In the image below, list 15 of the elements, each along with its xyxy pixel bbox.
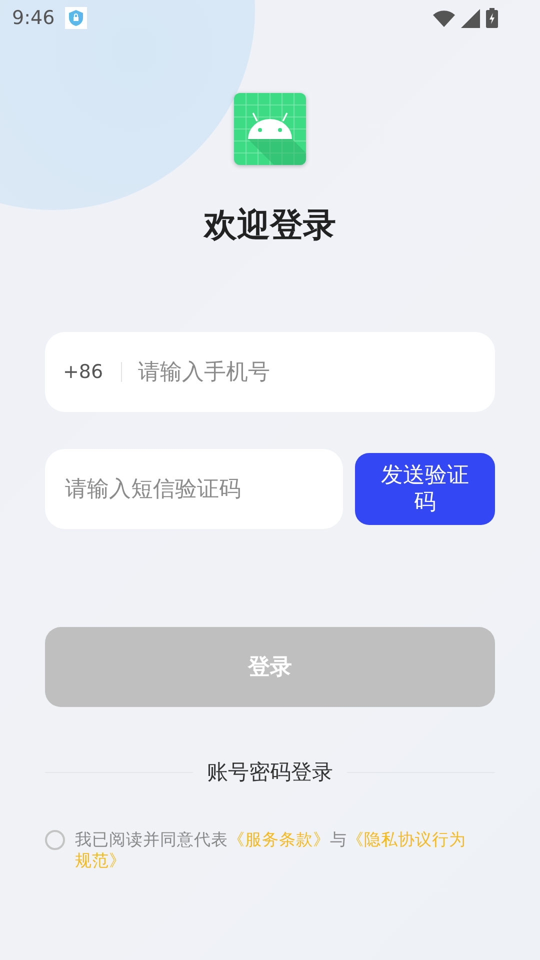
battery-icon bbox=[486, 8, 498, 28]
password-login-link[interactable]: 账号密码登录 bbox=[193, 758, 347, 786]
page-title: 欢迎登录 bbox=[202, 204, 337, 246]
code-input-field[interactable]: 请输入短信验证码 bbox=[45, 449, 343, 529]
status-time: 9:46 bbox=[12, 7, 55, 29]
wifi-icon bbox=[433, 10, 455, 26]
android-logo-icon bbox=[234, 93, 306, 165]
phone-input-field[interactable]: +86 请输入手机号 bbox=[45, 332, 495, 412]
signal-icon bbox=[461, 8, 480, 28]
shield-icon bbox=[64, 7, 87, 29]
send-code-button[interactable]: 发送验证码 bbox=[355, 453, 495, 525]
country-code[interactable]: +86 bbox=[63, 361, 104, 383]
agreement-text: 我已阅读并同意代表 bbox=[75, 830, 228, 849]
agreement-text: 与 bbox=[330, 830, 347, 849]
agree-radio[interactable] bbox=[45, 830, 65, 850]
